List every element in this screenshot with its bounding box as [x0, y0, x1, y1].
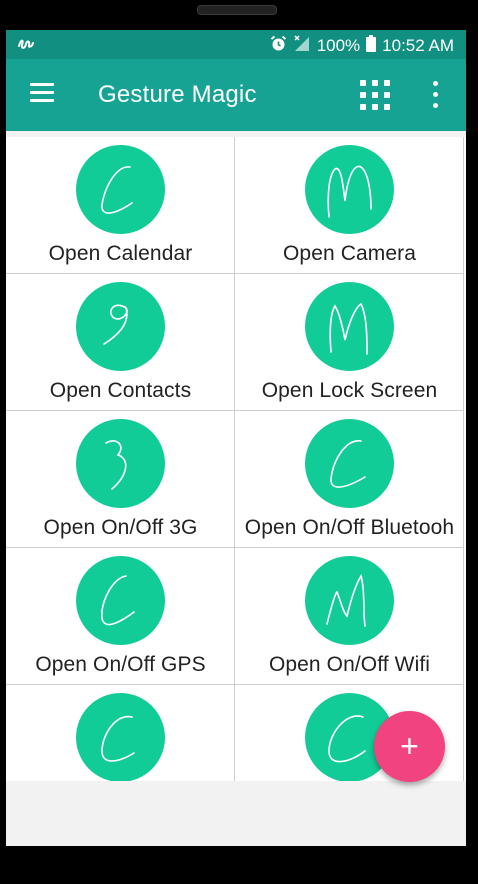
gesture-c-icon — [76, 556, 165, 645]
status-bar: 100% 10:52 AM — [6, 30, 466, 59]
clock: 10:52 AM — [382, 36, 454, 55]
gesture-item-open-camera[interactable]: Open Camera — [235, 137, 464, 274]
gesture-item-open-on-off-wifi[interactable]: Open On/Off Wifi — [235, 548, 464, 685]
battery-percent: 100% — [316, 36, 361, 55]
gesture-m-icon — [305, 145, 394, 234]
add-gesture-button[interactable]: + — [374, 711, 445, 782]
gesture-notification-icon — [17, 36, 35, 56]
gesture-label: Open Camera — [283, 242, 416, 265]
app-title: Gesture Magic — [98, 81, 257, 108]
gesture-item-open-on-off-3g[interactable]: Open On/Off 3G — [6, 411, 235, 548]
gesture-3-icon — [76, 419, 165, 508]
gesture-item-open-calendar[interactable]: Open Calendar — [6, 137, 235, 274]
gesture-label: Open On/Off GPS — [35, 653, 206, 676]
bottom-spacer — [6, 781, 466, 846]
more-options-icon[interactable] — [431, 81, 439, 109]
menu-icon[interactable] — [30, 83, 54, 103]
grid-view-icon[interactable] — [360, 80, 390, 110]
gesture-c-icon — [76, 145, 165, 234]
gesture-item-open-on-off-bluetooth[interactable]: Open On/Off Bluetooh — [235, 411, 464, 548]
gesture-c-icon — [76, 693, 165, 781]
gesture-9-icon — [76, 282, 165, 371]
battery-icon — [366, 35, 377, 57]
gesture-item[interactable] — [6, 685, 235, 781]
screen: 100% 10:52 AM Gesture Magic Open Calenda… — [6, 30, 466, 846]
app-bar: Gesture Magic — [6, 59, 466, 131]
alarm-icon — [270, 35, 287, 57]
gesture-label: Open On/Off 3G — [43, 516, 198, 539]
gesture-label: Open Contacts — [49, 379, 192, 402]
gesture-m-icon — [305, 556, 394, 645]
gesture-label: Open Calendar — [48, 242, 193, 265]
no-signal-icon — [293, 35, 311, 57]
gesture-label: Open On/Off Bluetooh — [244, 516, 455, 539]
gesture-item-open-contacts[interactable]: Open Contacts — [6, 274, 235, 411]
gesture-label: Open On/Off Wifi — [268, 653, 431, 676]
gesture-item-open-on-off-gps[interactable]: Open On/Off GPS — [6, 548, 235, 685]
gesture-label: Open Lock Screen — [261, 379, 438, 402]
gesture-item-open-lock-screen[interactable]: Open Lock Screen — [235, 274, 464, 411]
gesture-m-icon — [305, 282, 394, 371]
gesture-grid: Open Calendar Open Camera Open Contacts … — [6, 137, 466, 781]
gesture-c-icon — [305, 419, 394, 508]
device-speaker — [197, 5, 277, 15]
